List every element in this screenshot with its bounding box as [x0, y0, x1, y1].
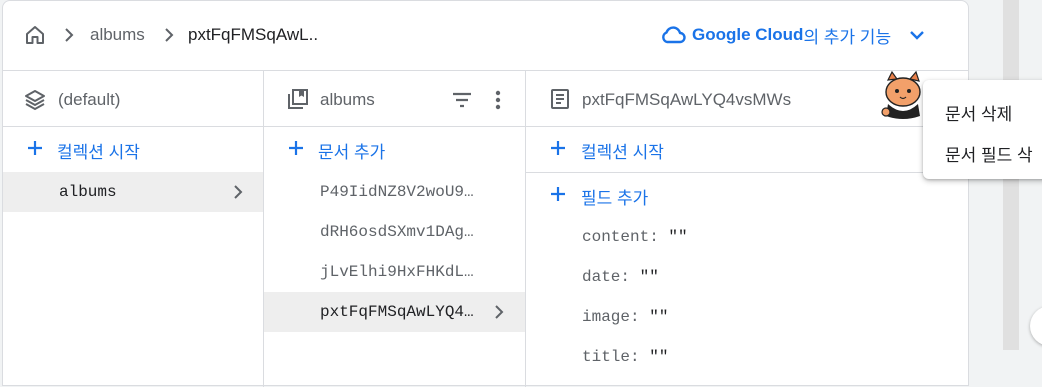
field-value: "" — [668, 228, 688, 246]
add-field-label: 필드 추가 — [581, 189, 649, 208]
home-icon[interactable] — [23, 23, 47, 47]
add-document-button[interactable]: 문서 추가 — [264, 128, 525, 168]
delete-document-menu-item[interactable]: 문서 삭제 — [945, 100, 1012, 125]
root-column: (default) 컬렉션 시작 albums — [3, 71, 264, 387]
more-vert-icon[interactable] — [488, 88, 508, 112]
document-item[interactable]: jLvElhi9HxFHKdL… — [264, 252, 525, 292]
field-value: "" — [649, 348, 669, 366]
field-value: "" — [649, 308, 669, 326]
field-value: "" — [639, 268, 659, 286]
field-name: date: — [582, 268, 631, 286]
field-content[interactable]: content: "" — [582, 228, 688, 246]
field-title[interactable]: title: "" — [582, 348, 668, 366]
collection-column: albums 문서 추가 P49IidNZ8V2woU9… dRH6osdSXm… — [264, 71, 526, 387]
plus-icon — [551, 141, 565, 155]
chevron-down-icon — [910, 31, 924, 40]
document-title: pxtFqFMSqAwLYQ4vsMWs — [582, 90, 792, 109]
google-cloud-label: Google Cloud — [692, 25, 804, 44]
document-item-selected[interactable]: pxtFqFMSqAwLYQ4… — [264, 292, 525, 332]
chevron-right-icon — [234, 185, 243, 199]
collection-icon — [288, 89, 308, 109]
breadcrumb-item-document[interactable]: pxtFqFMSqAwL.. — [188, 25, 318, 45]
start-collection-label: 컬렉션 시작 — [57, 143, 140, 162]
field-name: title: — [582, 348, 640, 366]
addons-label: 의 추가 기능 — [803, 27, 892, 47]
document-item[interactable]: P49IidNZ8V2woU9… — [264, 172, 525, 212]
start-collection-button[interactable]: 컬렉션 시작 — [3, 128, 263, 168]
add-field-button[interactable]: 필드 추가 — [526, 174, 969, 214]
document-id: jLvElhi9HxFHKdL… — [320, 263, 474, 281]
document-item[interactable]: dRH6osdSXmv1DAg… — [264, 212, 525, 252]
divider — [526, 172, 969, 173]
collection-item-label: albums — [59, 183, 117, 201]
document-id: pxtFqFMSqAwLYQ4… — [320, 303, 474, 321]
chevron-right-icon — [65, 28, 74, 42]
breadcrumb-item-albums[interactable]: albums — [90, 25, 145, 45]
collection-column-header: albums — [264, 71, 525, 127]
plus-icon — [28, 141, 42, 155]
breadcrumb: albums pxtFqFMSqAwL.. Google Cloud 의 추가 … — [3, 1, 968, 71]
start-subcollection-button[interactable]: 컬렉션 시작 — [526, 128, 969, 168]
document-id: P49IidNZ8V2woU9… — [320, 183, 474, 201]
field-date[interactable]: date: "" — [582, 268, 659, 286]
cat-mascot-icon — [881, 70, 921, 119]
plus-icon — [551, 187, 565, 201]
document-id: dRH6osdSXmv1DAg… — [320, 223, 474, 241]
root-column-header: (default) — [3, 71, 263, 127]
start-subcollection-label: 컬렉션 시작 — [581, 143, 664, 162]
filter-icon[interactable] — [450, 88, 474, 112]
collection-item-albums[interactable]: albums — [3, 172, 263, 212]
plus-icon — [289, 141, 303, 155]
document-icon — [551, 89, 569, 109]
collection-title: albums — [320, 90, 375, 109]
field-name: content: — [582, 228, 659, 246]
floating-button[interactable] — [1030, 306, 1042, 346]
google-cloud-features-button[interactable]: Google Cloud 의 추가 기능 — [660, 22, 927, 48]
cloud-icon — [662, 26, 686, 44]
field-name: image: — [582, 308, 640, 326]
add-document-label: 문서 추가 — [318, 143, 386, 162]
chevron-right-icon — [165, 28, 174, 42]
root-title: (default) — [58, 90, 121, 109]
field-image[interactable]: image: "" — [582, 308, 668, 326]
firestore-panel: albums pxtFqFMSqAwL.. Google Cloud 의 추가 … — [2, 0, 969, 387]
context-menu: 문서 삭제 문서 필드 삭 — [923, 80, 1042, 179]
chevron-right-icon — [495, 305, 504, 319]
delete-document-fields-menu-item[interactable]: 문서 필드 삭 — [945, 141, 1033, 166]
database-stack-icon — [25, 90, 45, 111]
